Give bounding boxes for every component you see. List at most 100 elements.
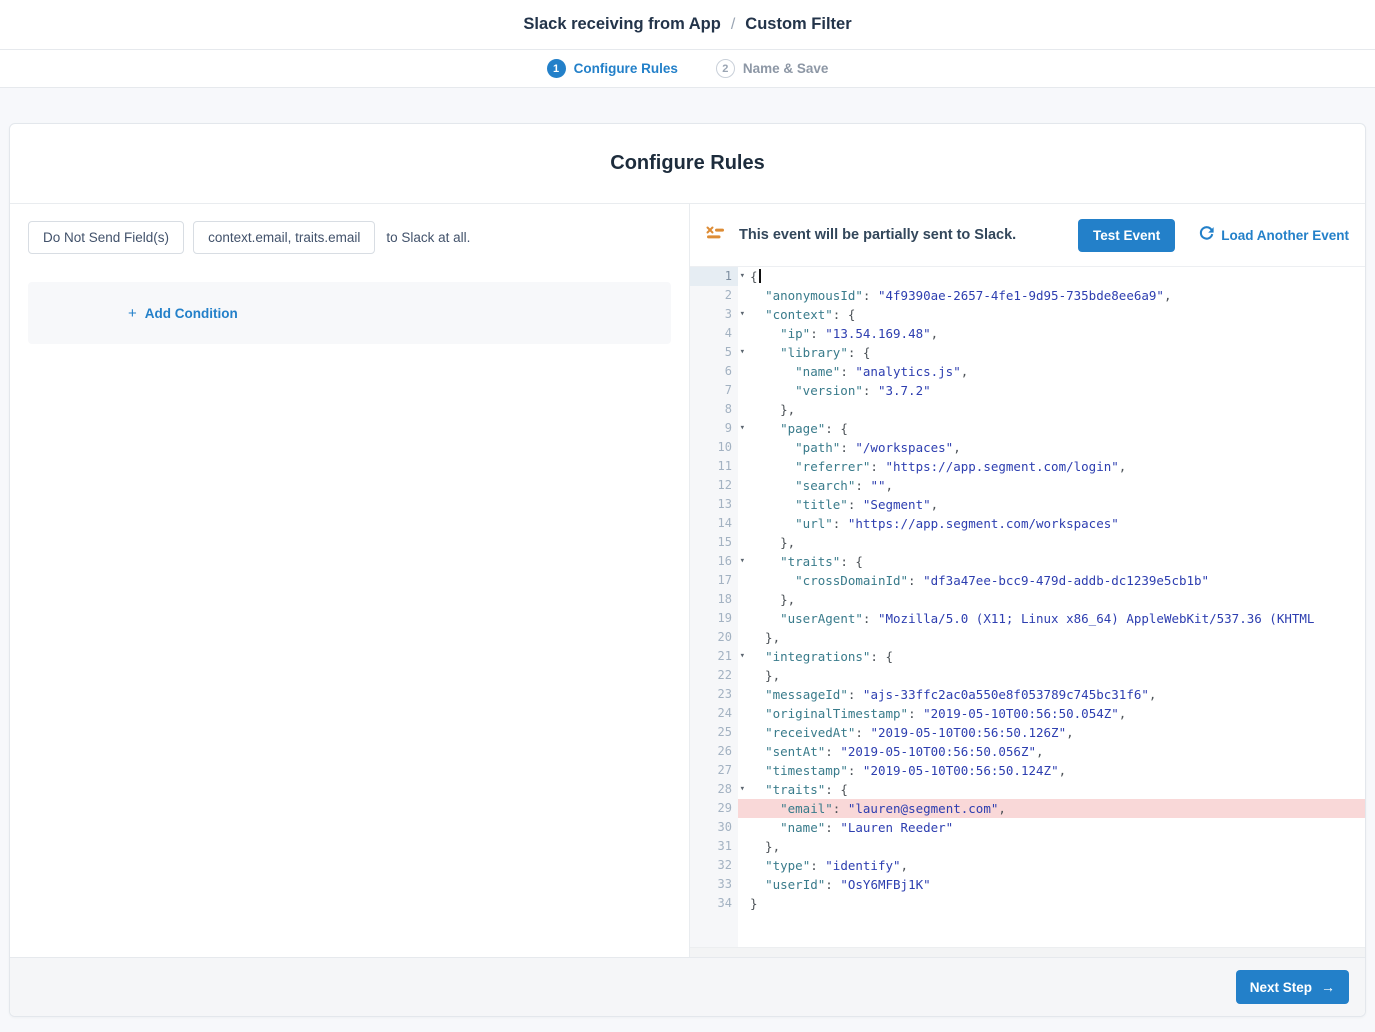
editor-line[interactable]: 15 }, — [690, 533, 1365, 552]
editor-line-content[interactable]: "search": "", — [738, 476, 1365, 495]
editor-line[interactable]: 2 "anonymousId": "4f9390ae-2657-4fe1-9d9… — [690, 286, 1365, 305]
editor-line[interactable]: 10 "path": "/workspaces", — [690, 438, 1365, 457]
editor-line-content[interactable]: } — [738, 894, 1365, 913]
editor-line[interactable]: 18 }, — [690, 590, 1365, 609]
editor-line[interactable]: 20 }, — [690, 628, 1365, 647]
line-number: 24 — [690, 704, 738, 723]
editor-line[interactable]: 19 "userAgent": "Mozilla/5.0 (X11; Linux… — [690, 609, 1365, 628]
editor-line[interactable]: 33 "userId": "OsY6MFBj1K" — [690, 875, 1365, 894]
load-another-event-label: Load Another Event — [1221, 228, 1349, 243]
editor-line[interactable]: 16▾ "traits": { — [690, 552, 1365, 571]
rule-fields-selector[interactable]: context.email, traits.email — [193, 221, 375, 254]
editor-line[interactable]: 22 }, — [690, 666, 1365, 685]
editor-line-content[interactable]: "traits": { — [738, 552, 1365, 571]
editor-line-content[interactable]: "library": { — [738, 343, 1365, 362]
editor-line-content[interactable]: }, — [738, 666, 1365, 685]
editor-line-content[interactable]: }, — [738, 837, 1365, 856]
editor-line-content[interactable]: "messageId": "ajs-33ffc2ac0a550e8f053789… — [738, 685, 1365, 704]
step-configure-rules[interactable]: 1 Configure Rules — [547, 59, 678, 78]
editor-line-content[interactable]: "url": "https://app.segment.com/workspac… — [738, 514, 1365, 533]
editor-line[interactable]: 34} — [690, 894, 1365, 913]
editor-line[interactable]: 12 "search": "", — [690, 476, 1365, 495]
editor-line-content[interactable]: }, — [738, 533, 1365, 552]
editor-line-content[interactable]: "crossDomainId": "df3a47ee-bcc9-479d-add… — [738, 571, 1365, 590]
test-event-button[interactable]: Test Event — [1078, 219, 1175, 252]
fold-arrow-icon[interactable]: ▾ — [740, 647, 745, 666]
horizontal-scrollbar[interactable] — [690, 947, 1365, 957]
fold-arrow-icon[interactable]: ▾ — [740, 552, 745, 571]
fold-arrow-icon[interactable]: ▾ — [740, 343, 745, 362]
editor-line[interactable]: 32 "type": "identify", — [690, 856, 1365, 875]
editor-line-content[interactable]: }, — [738, 400, 1365, 419]
editor-line-content[interactable]: "name": "analytics.js", — [738, 362, 1365, 381]
line-number: 32 — [690, 856, 738, 875]
rule-row: Do Not Send Field(s) context.email, trai… — [28, 221, 671, 254]
editor-line-content[interactable]: "context": { — [738, 305, 1365, 324]
editor-line-content[interactable]: "anonymousId": "4f9390ae-2657-4fe1-9d95-… — [738, 286, 1365, 305]
step-name-and-save[interactable]: 2 Name & Save — [716, 59, 829, 78]
editor-line-content[interactable]: "name": "Lauren Reeder" — [738, 818, 1365, 837]
filtered-field-line[interactable]: "email": "lauren@segment.com", — [738, 799, 1365, 818]
editor-line-content[interactable]: }, — [738, 590, 1365, 609]
editor-line[interactable]: 4 "ip": "13.54.169.48", — [690, 324, 1365, 343]
editor-line[interactable]: 3▾ "context": { — [690, 305, 1365, 324]
editor-line[interactable]: 14 "url": "https://app.segment.com/works… — [690, 514, 1365, 533]
editor-line-content[interactable]: "traits": { — [738, 780, 1365, 799]
editor-line-content[interactable]: "timestamp": "2019-05-10T00:56:50.124Z", — [738, 761, 1365, 780]
editor-line[interactable]: 6 "name": "analytics.js", — [690, 362, 1365, 381]
editor-line[interactable]: 1▾{ — [690, 267, 1365, 286]
editor-line-content[interactable]: "referrer": "https://app.segment.com/log… — [738, 457, 1365, 476]
editor-line[interactable]: 28▾ "traits": { — [690, 780, 1365, 799]
fold-arrow-icon[interactable]: ▾ — [740, 267, 745, 286]
editor-line-content[interactable]: "userId": "OsY6MFBj1K" — [738, 875, 1365, 894]
card-title: Configure Rules — [10, 124, 1365, 204]
editor-line[interactable]: 31 }, — [690, 837, 1365, 856]
editor-line[interactable]: 13 "title": "Segment", — [690, 495, 1365, 514]
editor-line-content[interactable]: "path": "/workspaces", — [738, 438, 1365, 457]
editor-line[interactable]: 27 "timestamp": "2019-05-10T00:56:50.124… — [690, 761, 1365, 780]
editor-line-content[interactable]: "title": "Segment", — [738, 495, 1365, 514]
load-another-event-button[interactable]: Load Another Event — [1199, 226, 1349, 244]
editor-line[interactable]: 26 "sentAt": "2019-05-10T00:56:50.056Z", — [690, 742, 1365, 761]
rule-action-selector[interactable]: Do Not Send Field(s) — [28, 221, 184, 254]
editor-line[interactable]: 5▾ "library": { — [690, 343, 1365, 362]
line-number: 17 — [690, 571, 738, 590]
fold-arrow-icon[interactable]: ▾ — [740, 780, 745, 799]
editor-line[interactable]: 9▾ "page": { — [690, 419, 1365, 438]
editor-line[interactable]: 21▾ "integrations": { — [690, 647, 1365, 666]
add-condition-label: Add Condition — [145, 306, 238, 321]
fold-arrow-icon[interactable]: ▾ — [740, 419, 745, 438]
next-step-button[interactable]: Next Step → — [1236, 970, 1349, 1004]
editor-line-content[interactable]: "receivedAt": "2019-05-10T00:56:50.126Z"… — [738, 723, 1365, 742]
line-number: 22 — [690, 666, 738, 685]
editor-line[interactable]: 7 "version": "3.7.2" — [690, 381, 1365, 400]
next-step-label: Next Step — [1250, 980, 1312, 995]
json-event-editor[interactable]: 1▾{2 "anonymousId": "4f9390ae-2657-4fe1-… — [690, 266, 1365, 957]
editor-line[interactable]: 30 "name": "Lauren Reeder" — [690, 818, 1365, 837]
editor-line[interactable]: 29 "email": "lauren@segment.com", — [690, 799, 1365, 818]
line-number: 31 — [690, 837, 738, 856]
add-condition-button[interactable]: + Add Condition — [128, 305, 238, 322]
editor-line-content[interactable]: "sentAt": "2019-05-10T00:56:50.056Z", — [738, 742, 1365, 761]
editor-line[interactable]: 17 "crossDomainId": "df3a47ee-bcc9-479d-… — [690, 571, 1365, 590]
breadcrumb-primary[interactable]: Slack receiving from App — [523, 15, 720, 34]
top-bar: Slack receiving from App / Custom Filter — [0, 0, 1375, 50]
editor-line-content[interactable]: "userAgent": "Mozilla/5.0 (X11; Linux x8… — [738, 609, 1365, 628]
editor-line-content[interactable]: "version": "3.7.2" — [738, 381, 1365, 400]
editor-line-content[interactable]: "originalTimestamp": "2019-05-10T00:56:5… — [738, 704, 1365, 723]
event-status-text: This event will be partially sent to Sla… — [739, 227, 1016, 243]
editor-line[interactable]: 11 "referrer": "https://app.segment.com/… — [690, 457, 1365, 476]
editor-line-content[interactable]: "ip": "13.54.169.48", — [738, 324, 1365, 343]
editor-line-content[interactable]: }, — [738, 628, 1365, 647]
line-number: 3▾ — [690, 305, 738, 324]
editor-empty-area[interactable] — [690, 913, 1365, 947]
editor-line-content[interactable]: "type": "identify", — [738, 856, 1365, 875]
editor-line[interactable]: 25 "receivedAt": "2019-05-10T00:56:50.12… — [690, 723, 1365, 742]
editor-line-content[interactable]: "integrations": { — [738, 647, 1365, 666]
editor-line[interactable]: 24 "originalTimestamp": "2019-05-10T00:5… — [690, 704, 1365, 723]
editor-line-content[interactable]: { — [738, 267, 1365, 286]
editor-line[interactable]: 8 }, — [690, 400, 1365, 419]
editor-line[interactable]: 23 "messageId": "ajs-33ffc2ac0a550e8f053… — [690, 685, 1365, 704]
fold-arrow-icon[interactable]: ▾ — [740, 305, 745, 324]
editor-line-content[interactable]: "page": { — [738, 419, 1365, 438]
